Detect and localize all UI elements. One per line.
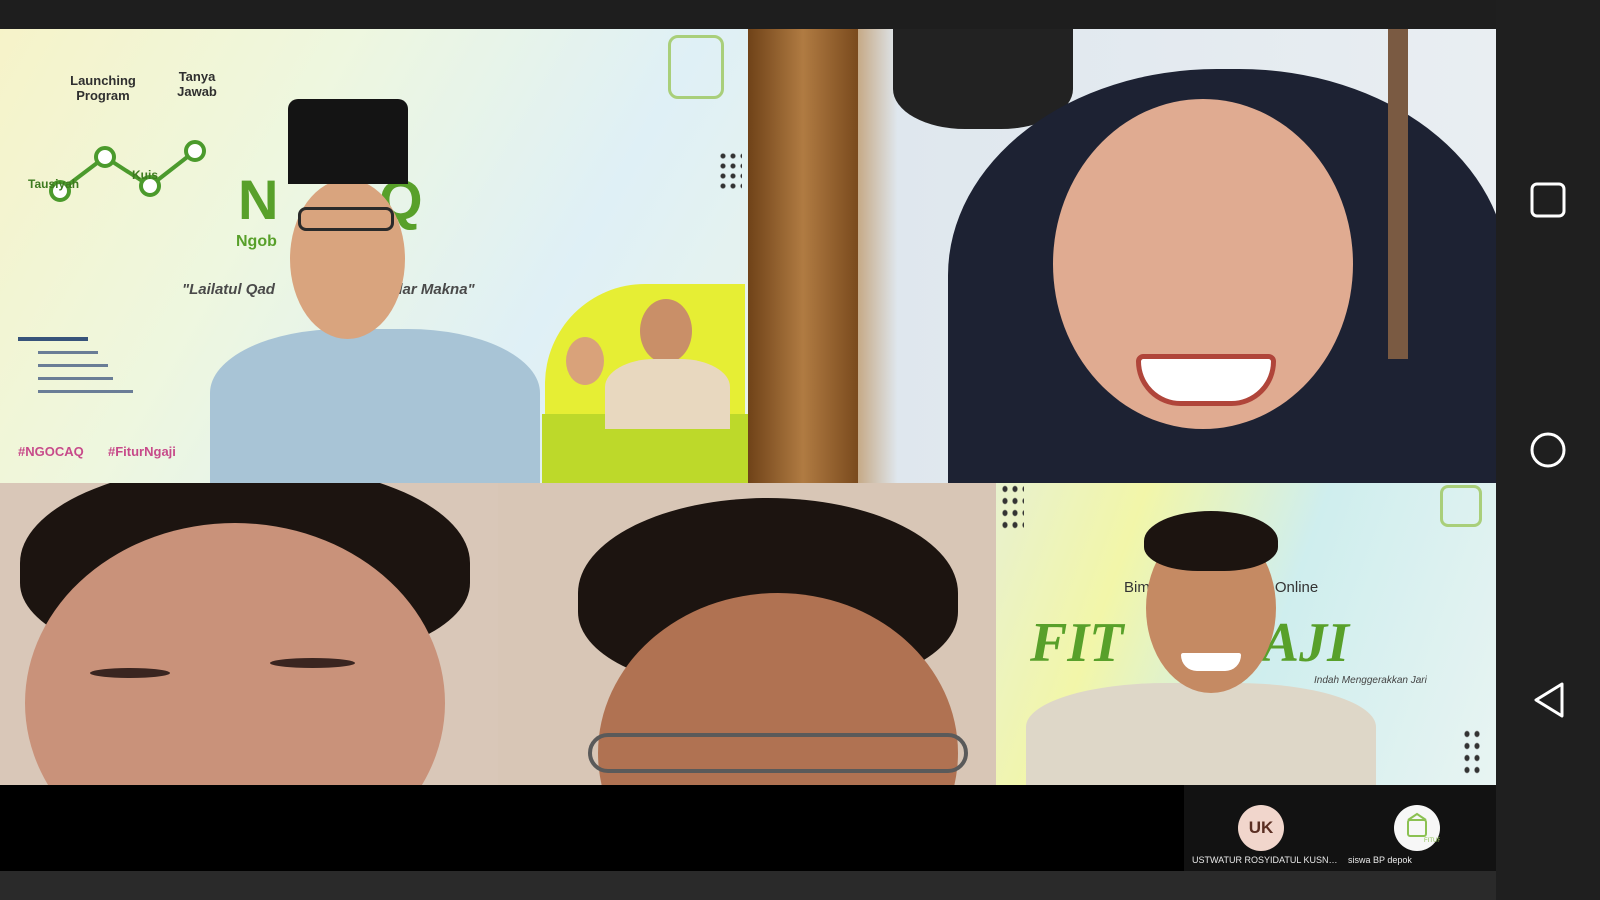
- video-conference-stage: Launching Program Tanya Jawab Tausiyah K…: [0, 0, 1496, 900]
- participant-name: USTWATUR ROSYIDATUL KUSNIND...: [1192, 855, 1338, 865]
- participant-thumbnail-uk[interactable]: UK USTWATUR ROSYIDATUL KUSNIND...: [1184, 785, 1340, 871]
- speaker-peci-cap: [288, 99, 408, 184]
- fitur-ngaji-logo-icon: FITUR: [1407, 812, 1442, 844]
- recent-apps-button[interactable]: [1522, 174, 1574, 226]
- ustadz-smile: [1181, 653, 1241, 671]
- dot-pattern: [718, 151, 742, 193]
- timeline-graphic: [49, 140, 206, 202]
- smile: [1136, 354, 1276, 406]
- screen: Launching Program Tanya Jawab Tausiyah K…: [0, 0, 1600, 900]
- hashtag-fiturngaji: #FiturNgaji: [108, 444, 176, 459]
- avatar: UK: [1238, 805, 1284, 851]
- glasses: [588, 733, 968, 773]
- dot-pattern-2: [1462, 728, 1482, 778]
- svg-text:FITUR: FITUR: [1424, 838, 1440, 844]
- promo-person-shirt: [605, 359, 730, 429]
- triangle-back-icon: [1534, 682, 1564, 718]
- hanging-bag: [893, 29, 1073, 129]
- promo-person-face: [640, 299, 692, 363]
- square-icon: [1530, 182, 1566, 218]
- participant-thumbnail-siswa[interactable]: FITUR siswa BP depok: [1340, 785, 1496, 871]
- speaker-shirt: [210, 329, 540, 483]
- step-tausiyah: Tausiyah: [28, 177, 80, 191]
- slide-benefit-list: [18, 329, 148, 414]
- closed-eye-left: [90, 668, 170, 678]
- promo-person-face-2: [566, 337, 604, 385]
- top-bar: [0, 0, 1496, 29]
- back-button[interactable]: [1522, 674, 1574, 726]
- step-tanya-jawab: Tanya Jawab: [177, 69, 217, 99]
- video-tile-participant-3[interactable]: [0, 483, 498, 785]
- ustadz-hair: [1144, 511, 1278, 571]
- closed-eye-right: [270, 658, 355, 668]
- circle-icon: [1530, 432, 1566, 468]
- step-launching-program: Launching Program: [70, 73, 136, 103]
- fitur-ngaji-logo: [1440, 485, 1482, 527]
- avatar-logo: FITUR: [1394, 805, 1442, 851]
- video-tile-speaker-slide[interactable]: Launching Program Tanya Jawab Tausiyah K…: [0, 29, 748, 483]
- video-tile-participant-2[interactable]: [748, 29, 1496, 483]
- participant-name: siswa BP depok: [1348, 855, 1412, 865]
- video-tile-ustadz-slide[interactable]: Bim an Online FIT GAJI Indah Menggerakka…: [996, 483, 1496, 785]
- door-frame: [748, 29, 858, 483]
- speaker-face: [290, 179, 405, 339]
- step-kuis: Kuis: [132, 168, 159, 182]
- window-bar: [1388, 29, 1408, 359]
- hashtag-ngocaq: #NGOCAQ: [18, 444, 84, 459]
- dot-pattern: [1000, 483, 1024, 533]
- android-nav-bar: [1496, 0, 1600, 900]
- slide-tagline: Indah Menggerakkan Jari: [1314, 675, 1427, 686]
- video-tile-participant-4[interactable]: [498, 483, 996, 785]
- ustadz-robe: [1026, 683, 1376, 785]
- participant-strip: UK USTWATUR ROSYIDATUL KUSNIND... FITUR …: [1184, 785, 1496, 871]
- fitur-ngaji-logo: [668, 35, 724, 99]
- home-button[interactable]: [1522, 424, 1574, 476]
- bottom-bar: [0, 871, 1496, 900]
- speaker-glasses: [298, 207, 394, 231]
